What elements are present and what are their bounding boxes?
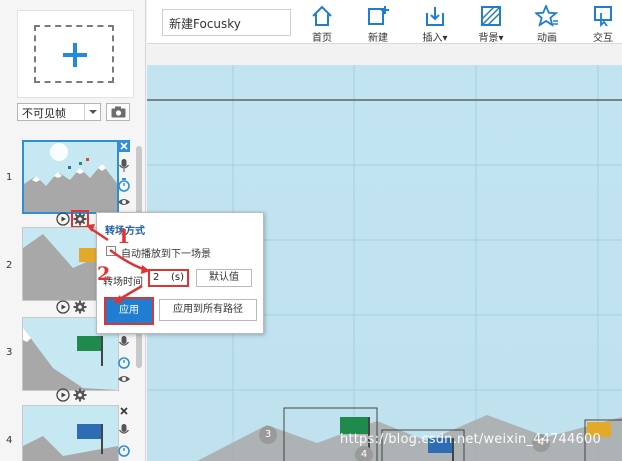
microphone-icon[interactable] — [118, 336, 131, 350]
background-label: 背景▾ — [478, 33, 504, 44]
path-number-badge[interactable]: 4 — [355, 446, 373, 461]
frame-visibility-select[interactable]: 不可见帧 — [17, 103, 101, 121]
frame-side-icons — [118, 405, 131, 461]
chevron-down-icon — [84, 104, 100, 120]
interaction-button[interactable]: 交互 — [583, 3, 622, 44]
transition-settings-gear-icon[interactable] — [71, 210, 89, 228]
timer-icon[interactable] — [118, 355, 131, 369]
gear-icon[interactable] — [73, 300, 87, 314]
camera-icon — [111, 106, 126, 118]
frame-number: 1 — [6, 172, 13, 183]
canvas-top-strip — [147, 44, 622, 65]
microphone-icon[interactable] — [118, 424, 131, 438]
eye-icon[interactable] — [118, 197, 131, 211]
frame-number: 2 — [6, 260, 13, 271]
interaction-label: 交互 — [593, 33, 613, 44]
close-icon[interactable] — [118, 140, 131, 154]
background-icon — [481, 6, 501, 26]
home-icon — [312, 5, 332, 26]
insert-icon — [426, 7, 444, 26]
frame-under-icons — [56, 210, 96, 228]
play-icon[interactable] — [56, 212, 70, 226]
play-icon[interactable] — [56, 300, 70, 314]
interaction-icon — [594, 6, 612, 27]
frame-number: 3 — [6, 347, 13, 358]
transition-time-unit: (s) — [170, 272, 184, 283]
apply-button[interactable]: 应用 — [104, 297, 154, 325]
camera-button[interactable] — [106, 103, 130, 121]
transition-time-value: 2 — [153, 272, 160, 283]
animation-button[interactable]: 动画 — [527, 3, 567, 44]
eye-icon[interactable] — [118, 374, 131, 388]
frame-visibility-value: 不可见帧 — [22, 107, 66, 120]
frame-under-icons — [56, 388, 96, 402]
gear-icon[interactable] — [73, 388, 87, 402]
close-icon[interactable] — [118, 405, 131, 419]
frame-under-icons — [56, 300, 96, 314]
new-frame-label: 新建 — [368, 33, 388, 44]
add-frame-button[interactable] — [17, 10, 134, 98]
insert-button[interactable]: 插入▾ — [415, 3, 455, 44]
insert-label: 插入▾ — [422, 33, 448, 44]
default-value-button[interactable]: 默认值 — [196, 269, 252, 287]
frame-thumbnail-1[interactable] — [22, 140, 119, 214]
animation-label: 动画 — [537, 33, 557, 44]
timer-icon[interactable] — [118, 443, 131, 457]
frame-thumbnail-4[interactable] — [22, 405, 119, 461]
play-icon[interactable] — [56, 388, 70, 402]
new-frame-button[interactable]: 新建 — [358, 3, 398, 44]
plus-icon — [63, 43, 87, 67]
timer-icon[interactable] — [118, 178, 131, 192]
auto-play-checkbox[interactable] — [106, 246, 116, 256]
frame-side-icons — [118, 140, 131, 216]
top-toolbar: 新建Focusky 首页 新建 插入▾ 背景▾ 动画 交互 — [147, 0, 622, 44]
home-label: 首页 — [312, 33, 332, 44]
frame-thumbnail-image — [23, 406, 118, 461]
step-annotation-2: 2 — [97, 263, 111, 285]
step-annotation-1: 1 — [117, 226, 131, 248]
transition-time-input[interactable]: 2 (s) — [148, 269, 189, 287]
auto-play-label: 自动播放到下一场景 — [121, 249, 211, 260]
path-number-badge[interactable]: 3 — [259, 426, 277, 444]
home-button[interactable]: 首页 — [302, 3, 342, 44]
microphone-icon[interactable] — [118, 159, 131, 173]
frame-number: 4 — [6, 435, 13, 446]
watermark-text: https://blog.csdn.net/weixin_44744600 — [340, 432, 601, 447]
background-button[interactable]: 背景▾ — [471, 3, 511, 44]
new-frame-icon — [368, 6, 389, 25]
project-name-field[interactable]: 新建Focusky — [162, 9, 291, 36]
apply-to-all-paths-button[interactable]: 应用到所有路径 — [159, 299, 257, 321]
animation-star-icon — [535, 5, 559, 27]
frame-thumbnail-image — [24, 142, 117, 212]
